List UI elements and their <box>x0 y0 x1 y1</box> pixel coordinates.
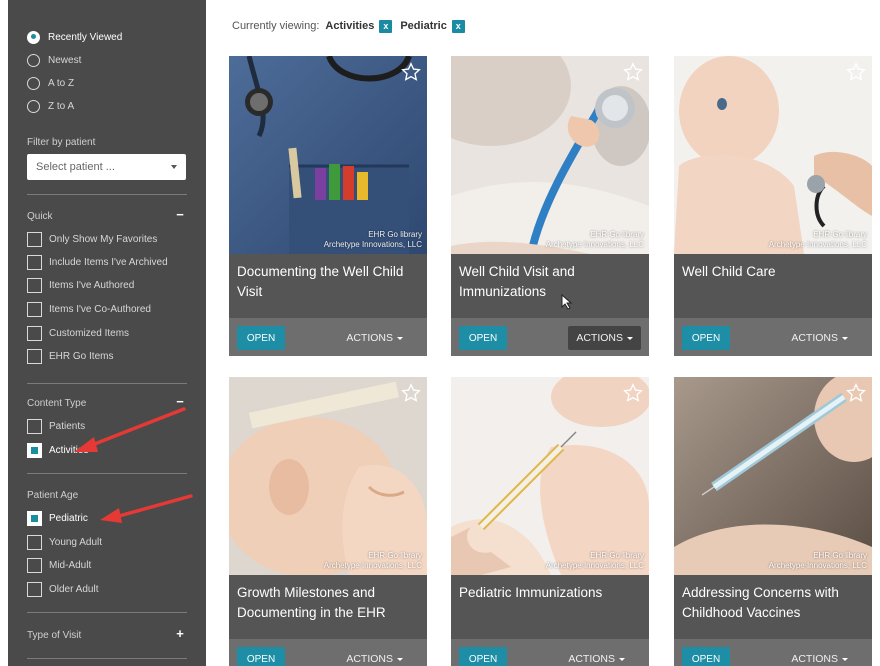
open-button[interactable]: OPEN <box>459 647 507 666</box>
image-credit: EHR Go library Archetype Innovations, LLC <box>768 551 867 570</box>
current-filters-label: Currently viewing: <box>232 20 320 32</box>
annotation-arrow-activities <box>74 407 186 452</box>
filter-chip-activities: Activities <box>325 20 375 32</box>
current-filters-bar: Currently viewing: Activities x Pediatri… <box>232 17 473 35</box>
image-credit: EHR Go library Archetype Innovations, LLC <box>768 230 867 249</box>
card-image-infant-injection: EHR Go library Archetype Innovations, LLC <box>451 377 649 575</box>
filter-chip-pediatric: Pediatric <box>400 20 447 32</box>
caret-down-icon <box>397 337 403 340</box>
open-button[interactable]: OPEN <box>682 647 730 666</box>
actions-dropdown[interactable]: ACTIONS <box>568 326 641 350</box>
activity-card[interactable]: EHR Go library Archetype Innovations, LLC… <box>674 377 872 666</box>
open-button[interactable]: OPEN <box>237 326 285 350</box>
image-credit: EHR Go library Archetype Innovations, LLC <box>323 230 422 249</box>
image-credit: EHR Go library Archetype Innovations, LLC <box>545 551 644 570</box>
image-credit: EHR Go library Archetype Innovations, LLC <box>323 551 422 570</box>
card-footer: OPEN ACTIONS <box>451 318 649 356</box>
library-page: Recently Viewed Newest A to Z Z to A Fil… <box>0 0 880 666</box>
open-button[interactable]: OPEN <box>237 647 285 666</box>
card-image-scrubs-pocket: EHR Go library Archetype Innovations, LLC <box>229 56 427 254</box>
caret-down-icon <box>842 337 848 340</box>
activity-card[interactable]: EHR Go library Archetype Innovations, LLC… <box>229 377 427 666</box>
card-footer: OPEN ACTIONS <box>674 318 872 356</box>
caret-down-icon <box>627 337 633 340</box>
actions-dropdown[interactable]: ACTIONS <box>338 326 411 350</box>
activity-card[interactable]: EHR Go library Archetype Innovations, LLC… <box>451 377 649 666</box>
caret-down-icon <box>397 658 403 661</box>
activity-card[interactable]: EHR Go library Archetype Innovations, LLC… <box>674 56 872 356</box>
favorite-star-icon[interactable] <box>401 62 421 82</box>
card-image-infant-measurement: EHR Go library Archetype Innovations, LLC <box>229 377 427 575</box>
card-image-baby-stethoscope: EHR Go library Archetype Innovations, LLC <box>451 56 649 254</box>
annotation-arrow-pediatric <box>100 494 193 523</box>
caret-down-icon <box>619 658 625 661</box>
card-footer: OPEN ACTIONS <box>229 639 427 666</box>
card-title[interactable]: Documenting the Well Child Visit <box>237 262 421 302</box>
card-footer: OPEN ACTIONS <box>674 639 872 666</box>
card-title[interactable]: Well Child Visit and Immunizations <box>459 262 643 302</box>
actions-dropdown[interactable]: ACTIONS <box>783 647 856 666</box>
card-image-baby-back: EHR Go library Archetype Innovations, LLC <box>674 56 872 254</box>
card-footer: OPEN ACTIONS <box>229 318 427 356</box>
card-title[interactable]: Well Child Care <box>682 262 866 282</box>
favorite-star-icon[interactable] <box>623 62 643 82</box>
remove-filter-activities-button[interactable]: x <box>379 19 393 33</box>
image-credit: EHR Go library Archetype Innovations, LLC <box>545 230 644 249</box>
caret-down-icon <box>842 658 848 661</box>
open-button[interactable]: OPEN <box>459 326 507 350</box>
card-title[interactable]: Growth Milestones and Documenting in the… <box>237 583 421 623</box>
actions-dropdown[interactable]: ACTIONS <box>560 647 633 666</box>
activity-card[interactable]: EHR Go library Archetype Innovations, LLC… <box>229 56 427 356</box>
actions-dropdown[interactable]: ACTIONS <box>338 647 411 666</box>
card-title[interactable]: Pediatric Immunizations <box>459 583 643 603</box>
actions-dropdown[interactable]: ACTIONS <box>783 326 856 350</box>
card-image-vaccine-syringe: EHR Go library Archetype Innovations, LLC <box>674 377 872 575</box>
open-button[interactable]: OPEN <box>682 326 730 350</box>
filter-sidebar: Recently Viewed Newest A to Z Z to A Fil… <box>8 0 206 666</box>
favorite-star-icon[interactable] <box>846 383 866 403</box>
favorite-star-icon[interactable] <box>623 383 643 403</box>
mouse-cursor-icon <box>561 294 573 310</box>
card-footer: OPEN ACTIONS <box>451 639 649 666</box>
remove-filter-pediatric-button[interactable]: x <box>451 19 465 33</box>
activity-card[interactable]: EHR Go library Archetype Innovations, LLC… <box>451 56 649 356</box>
annotation-arrows <box>74 407 193 523</box>
favorite-star-icon[interactable] <box>846 62 866 82</box>
favorite-star-icon[interactable] <box>401 383 421 403</box>
card-title[interactable]: Addressing Concerns with Childhood Vacci… <box>682 583 866 623</box>
